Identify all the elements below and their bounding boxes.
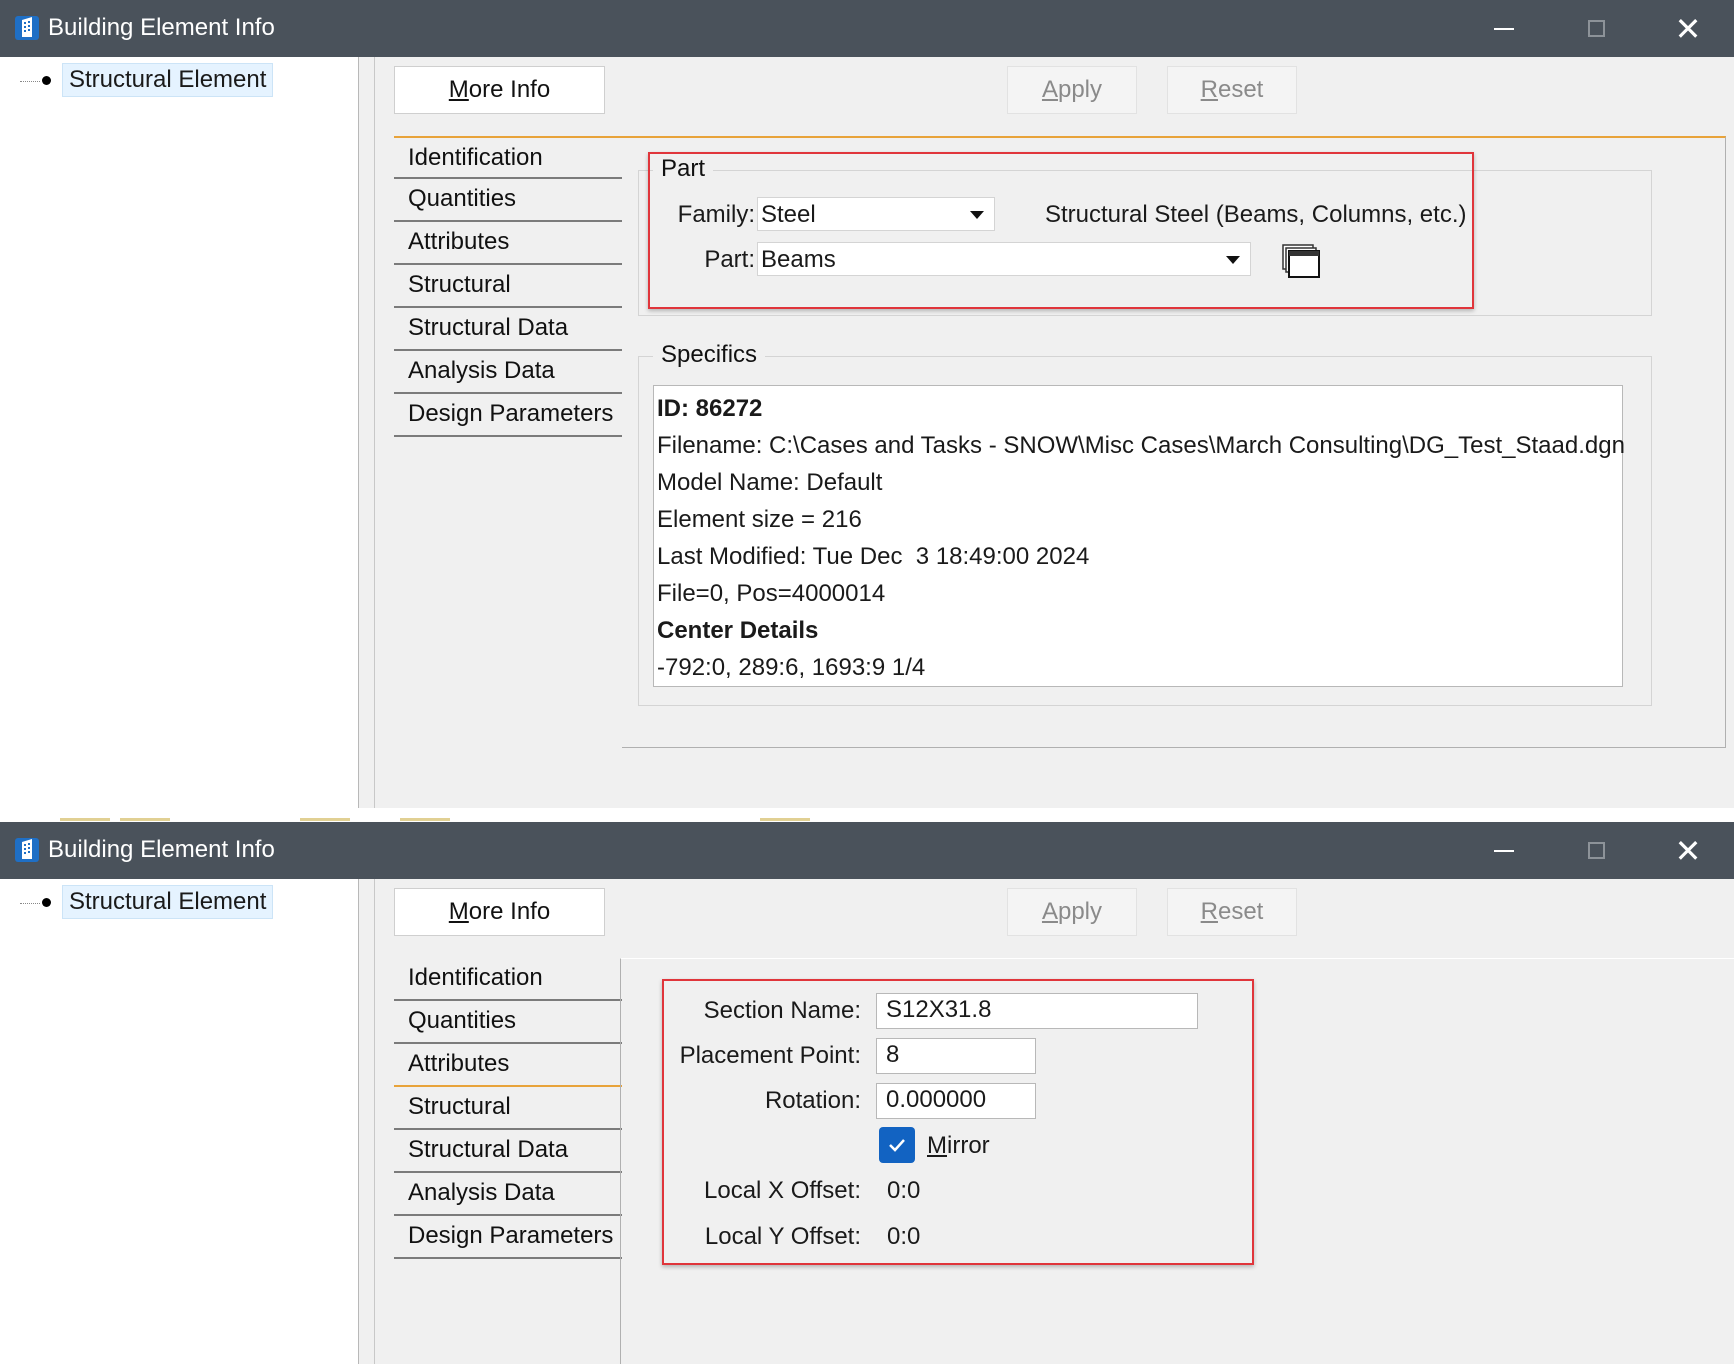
highlight-box-part <box>648 152 1474 309</box>
pane-divider[interactable] <box>374 57 375 808</box>
specifics-element-size: Element size = 216 <box>657 506 862 533</box>
reset-label-post: eset <box>1217 76 1264 103</box>
tab-analysis-data[interactable]: Analysis Data <box>394 1173 622 1216</box>
apply-mnemonic: A <box>1041 76 1058 103</box>
tab-strip: Identification Quantities Attributes Str… <box>394 136 622 437</box>
close-button[interactable]: ✕ <box>1642 822 1734 879</box>
separator-artifact <box>760 818 810 821</box>
title-bar: Building Element Info ✕ <box>0 822 1734 879</box>
tab-attributes[interactable]: Attributes <box>394 222 622 265</box>
window-building-element-info-top: Building Element Info ✕ Structural Eleme… <box>0 0 1734 808</box>
tab-design-parameters[interactable]: Design Parameters <box>394 394 622 437</box>
tab-structural[interactable]: Structural <box>394 1087 622 1130</box>
close-icon: ✕ <box>1674 832 1702 869</box>
reset-button[interactable]: Reset <box>1167 66 1297 114</box>
close-icon: ✕ <box>1674 10 1702 47</box>
specifics-group: Specifics ID: 86272 Filename: C:\Cases a… <box>638 341 1652 706</box>
tab-design-parameters[interactable]: Design Parameters <box>394 1216 622 1259</box>
reset-mnemonic: R <box>1200 76 1218 103</box>
separator-artifact <box>60 818 110 821</box>
tree-item-structural-element[interactable]: Structural Element <box>62 885 274 919</box>
element-tree: Structural Element <box>0 57 359 808</box>
specifics-center-details-value: -792:0, 289:6, 1693:9 1/4 <box>657 654 926 681</box>
tab-identification[interactable]: Identification <box>394 958 622 1001</box>
maximize-button[interactable] <box>1550 0 1642 57</box>
minimize-button[interactable] <box>1458 0 1550 57</box>
reset-button[interactable]: Reset <box>1167 888 1297 936</box>
tree-bullet-icon <box>42 76 51 85</box>
specifics-last-modified: Last Modified: Tue Dec 3 18:49:00 2024 <box>657 543 1090 570</box>
specifics-model-name: Model Name: Default <box>657 469 883 496</box>
minimize-button[interactable] <box>1458 822 1550 879</box>
apply-label-post: pply <box>1057 898 1103 925</box>
more-info-button[interactable]: More Info <box>394 888 605 936</box>
reset-label-post: eset <box>1217 898 1264 925</box>
building-app-icon <box>15 838 39 862</box>
minimize-icon <box>1494 849 1514 852</box>
pane-divider[interactable] <box>374 879 375 1364</box>
maximize-icon <box>1587 20 1605 37</box>
tab-structural[interactable]: Structural <box>394 265 622 308</box>
tree-item-structural-element[interactable]: Structural Element <box>62 63 274 97</box>
tab-identification[interactable]: Identification <box>394 136 622 179</box>
reset-mnemonic: R <box>1200 898 1218 925</box>
tree-connector <box>20 81 40 82</box>
specifics-group-title: Specifics <box>653 341 766 369</box>
specifics-filename: Filename: C:\Cases and Tasks - SNOW\Misc… <box>657 432 1625 459</box>
minimize-icon <box>1494 27 1514 30</box>
tab-quantities[interactable]: Quantities <box>394 179 622 222</box>
separator-artifact <box>300 818 350 821</box>
more-info-label-post: ore Info <box>468 76 551 103</box>
more-info-mnemonic: M <box>448 76 469 103</box>
specifics-file-pos: File=0, Pos=4000014 <box>657 580 886 607</box>
tab-quantities[interactable]: Quantities <box>394 1001 622 1044</box>
separator-artifact <box>120 818 170 821</box>
tab-structural-data[interactable]: Structural Data <box>394 1130 622 1173</box>
tree-bullet-icon <box>42 898 51 907</box>
building-app-icon <box>15 16 39 40</box>
apply-mnemonic: A <box>1041 898 1058 925</box>
window-title: Building Element Info <box>48 836 275 863</box>
more-info-label-post: ore Info <box>468 898 551 925</box>
maximize-icon <box>1587 842 1605 859</box>
element-tree: Structural Element <box>0 879 359 1364</box>
window-building-element-info-bottom: Building Element Info ✕ Structural Eleme… <box>0 822 1734 1364</box>
tab-structural-data[interactable]: Structural Data <box>394 308 622 351</box>
more-info-button[interactable]: More Info <box>394 66 605 114</box>
tab-attributes[interactable]: Attributes <box>394 1044 622 1087</box>
specifics-id: ID: 86272 <box>657 395 763 422</box>
maximize-button[interactable] <box>1550 822 1642 879</box>
apply-button[interactable]: Apply <box>1007 888 1137 936</box>
tab-strip: Identification Quantities Attributes Str… <box>394 958 622 1259</box>
separator-artifact <box>400 818 450 821</box>
apply-button[interactable]: Apply <box>1007 66 1137 114</box>
apply-label-post: pply <box>1057 76 1103 103</box>
close-button[interactable]: ✕ <box>1642 0 1734 57</box>
specifics-textbox[interactable]: ID: 86272 Filename: C:\Cases and Tasks -… <box>653 385 1625 687</box>
title-bar: Building Element Info ✕ <box>0 0 1734 57</box>
more-info-mnemonic: M <box>448 898 469 925</box>
screenshot-separator <box>0 808 1734 822</box>
window-title: Building Element Info <box>48 14 275 41</box>
tree-connector <box>20 903 40 904</box>
specifics-center-details-heading: Center Details <box>657 617 819 644</box>
highlight-box-structural <box>662 979 1254 1265</box>
tab-analysis-data[interactable]: Analysis Data <box>394 351 622 394</box>
